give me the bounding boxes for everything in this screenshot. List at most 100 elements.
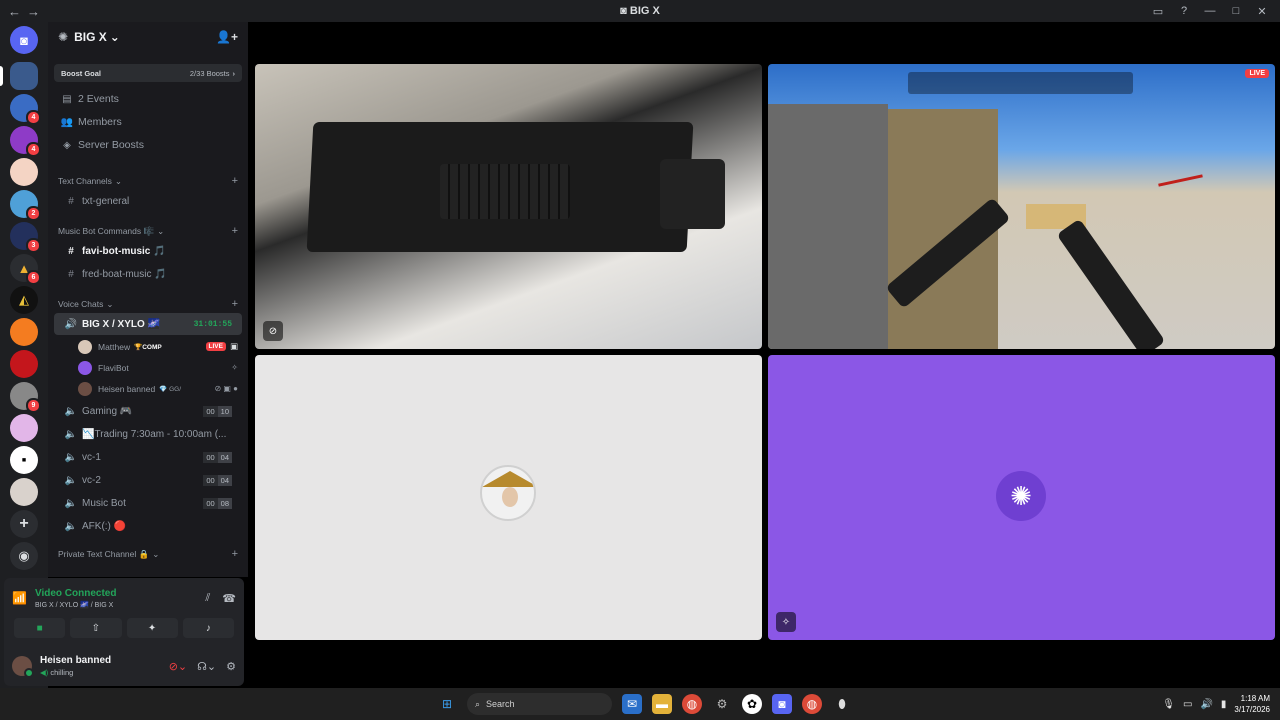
- add-channel-icon[interactable]: +: [232, 298, 238, 310]
- voice-status[interactable]: Video Connected: [35, 588, 117, 599]
- volume-icon[interactable]: 🔊: [1200, 699, 1212, 710]
- battery-icon[interactable]: ▮: [1221, 699, 1227, 710]
- video-tile-heisen[interactable]: [255, 355, 762, 640]
- category-text-channels[interactable]: Text Channels ⌄ +: [48, 173, 248, 189]
- server-icon[interactable]: 2: [10, 190, 41, 221]
- back-arrow-icon[interactable]: ←: [8, 4, 21, 19]
- speaker-icon: 🔈: [64, 451, 78, 463]
- speaker-icon: 🔈: [64, 428, 78, 440]
- help-icon[interactable]: ?: [1176, 5, 1192, 17]
- chatgpt-icon[interactable]: ✿: [742, 694, 762, 714]
- video-tile-flavibot[interactable]: ✺ ✧: [768, 355, 1275, 640]
- voice-channel-music-bot[interactable]: 🔈 Music Bot 00 08: [54, 492, 242, 514]
- category-music-bot[interactable]: Music Bot Commands 🎼 ⌄ +: [48, 223, 248, 239]
- channel-fred-boat-music[interactable]: # fred-boat-music 🎵: [54, 263, 242, 285]
- disconnect-icon[interactable]: ☎: [222, 592, 236, 605]
- video-tile-game-stream[interactable]: LIVE: [768, 64, 1275, 349]
- discord-icon[interactable]: ◙: [772, 694, 792, 714]
- microphone-icon[interactable]: 🎙: [1162, 699, 1175, 710]
- discover-icon[interactable]: ◉: [10, 542, 38, 570]
- channel-label: vc-2: [82, 474, 101, 486]
- title-bar: ← → ◙ BIG X ▭ ? — □ ✕: [0, 0, 1280, 22]
- server-icon[interactable]: 3: [10, 222, 41, 253]
- camera-button[interactable]: ■: [14, 618, 66, 638]
- signal-icon[interactable]: 📶: [12, 591, 27, 605]
- voice-member[interactable]: FlaviBot ✧: [48, 357, 248, 378]
- add-server-icon[interactable]: +: [10, 510, 38, 538]
- file-explorer-icon[interactable]: ▬: [652, 694, 672, 714]
- activities-button[interactable]: ✦: [126, 618, 178, 638]
- user-count-badge: 00 04: [203, 451, 232, 463]
- category-label: Music Bot Commands 🎼: [58, 225, 155, 236]
- member-name: FlaviBot: [98, 362, 129, 373]
- screen-share-button[interactable]: ⇧: [70, 618, 122, 638]
- boost-goal-bar[interactable]: Boost Goal 2/33 Boosts ›: [54, 64, 242, 82]
- avatar[interactable]: [12, 656, 34, 678]
- server-icon[interactable]: [10, 350, 38, 378]
- home-icon[interactable]: ◙: [10, 26, 38, 54]
- soundboard-button[interactable]: ♪: [182, 618, 234, 638]
- video-tile-matthew-camera[interactable]: ⊘: [255, 64, 762, 349]
- chevron-down-icon: ⌄: [157, 225, 165, 236]
- server-icon[interactable]: [10, 414, 38, 442]
- minimize-icon[interactable]: —: [1202, 5, 1218, 17]
- server-boosts-link[interactable]: ◈ Server Boosts: [48, 134, 248, 156]
- display-icon[interactable]: ▭: [1183, 699, 1192, 710]
- voice-member[interactable]: Heisen banned 💎 GG/ ⊘ ▣ ●: [48, 378, 248, 399]
- mouse-app-icon[interactable]: ⬮: [832, 694, 852, 714]
- server-icon[interactable]: [10, 62, 38, 90]
- server-icon[interactable]: 9: [10, 382, 41, 413]
- voice-channel-afk[interactable]: 🔈 AFK(:) 🔴: [54, 515, 242, 537]
- avatar: [78, 360, 92, 375]
- noise-suppression-icon[interactable]: ⫽: [205, 592, 210, 605]
- events-link[interactable]: ▤ 2 Events: [48, 88, 248, 110]
- headphones-icon[interactable]: ☊⌄: [197, 660, 216, 673]
- voice-location[interactable]: BIG X / XYLO 🌌 / BIG X: [35, 601, 117, 609]
- channel-label: favi-bot-music 🎵: [82, 245, 166, 257]
- flavibot-avatar-icon: ✺: [996, 471, 1046, 521]
- category-private-text[interactable]: Private Text Channel 🔒 ⌄ +: [48, 546, 248, 562]
- server-header[interactable]: ✺ BIG X ⌄ 👤+: [48, 22, 248, 52]
- server-icon[interactable]: [10, 158, 38, 186]
- user-name[interactable]: Heisen banned: [40, 655, 111, 666]
- chrome-icon[interactable]: ◍: [802, 694, 822, 714]
- server-icon[interactable]: 4: [10, 126, 41, 157]
- server-icon[interactable]: [10, 478, 38, 506]
- inbox-icon[interactable]: ▭: [1150, 5, 1166, 18]
- speaker-icon: 🔈: [64, 474, 78, 486]
- server-icon[interactable]: 4: [10, 94, 41, 125]
- forward-arrow-icon[interactable]: →: [27, 4, 40, 19]
- muted-mic-icon[interactable]: ⊘⌄: [169, 660, 187, 673]
- voice-channel-big-x[interactable]: 🔊 BIG X / XYLO 🌌 31:01:55: [54, 313, 242, 335]
- voice-member[interactable]: Matthew 🏆COMP LIVE ▣: [48, 336, 248, 357]
- outlook-icon[interactable]: ✉: [622, 694, 642, 714]
- settings-icon[interactable]: ⚙: [712, 694, 732, 714]
- voice-channel-trading[interactable]: 🔈 📉Trading 7:30am - 10:00am (...: [54, 423, 242, 445]
- avatar: [78, 381, 92, 396]
- windows-start-icon[interactable]: ⊞: [437, 694, 457, 714]
- server-icon[interactable]: ■: [10, 446, 38, 474]
- clock[interactable]: 1:18 AM 3/17/2026: [1234, 693, 1270, 715]
- add-channel-icon[interactable]: +: [232, 175, 238, 187]
- close-icon[interactable]: ✕: [1254, 5, 1270, 18]
- voice-channel-gaming[interactable]: 🔈 Gaming 🎮 00 10: [54, 400, 242, 422]
- taskbar-search[interactable]: ⌕ Search: [467, 693, 612, 715]
- server-icon[interactable]: [10, 318, 38, 346]
- add-channel-icon[interactable]: +: [232, 225, 238, 237]
- gear-icon[interactable]: ⚙: [226, 660, 236, 673]
- voice-channel-vc-2[interactable]: 🔈 vc-2 00 04: [54, 469, 242, 491]
- channel-favi-bot-music[interactable]: # favi-bot-music 🎵: [54, 240, 242, 262]
- server-icon[interactable]: ◭: [10, 286, 38, 314]
- channel-txt-general[interactable]: # txt-general: [54, 190, 242, 212]
- category-voice-chats[interactable]: Voice Chats ⌄ +: [48, 296, 248, 312]
- invite-icon[interactable]: 👤+: [216, 30, 238, 44]
- members-link[interactable]: 👥 Members: [48, 111, 248, 133]
- add-channel-icon[interactable]: +: [232, 548, 238, 560]
- clock-time: 1:18 AM: [1240, 694, 1270, 703]
- maximize-icon[interactable]: □: [1228, 5, 1244, 17]
- server-icon[interactable]: ▲ 6: [10, 254, 41, 285]
- chrome-icon[interactable]: ◍: [682, 694, 702, 714]
- search-placeholder: Search: [486, 699, 515, 709]
- boost-icon: ◈: [63, 139, 71, 151]
- voice-channel-vc-1[interactable]: 🔈 vc-1 00 04: [54, 446, 242, 468]
